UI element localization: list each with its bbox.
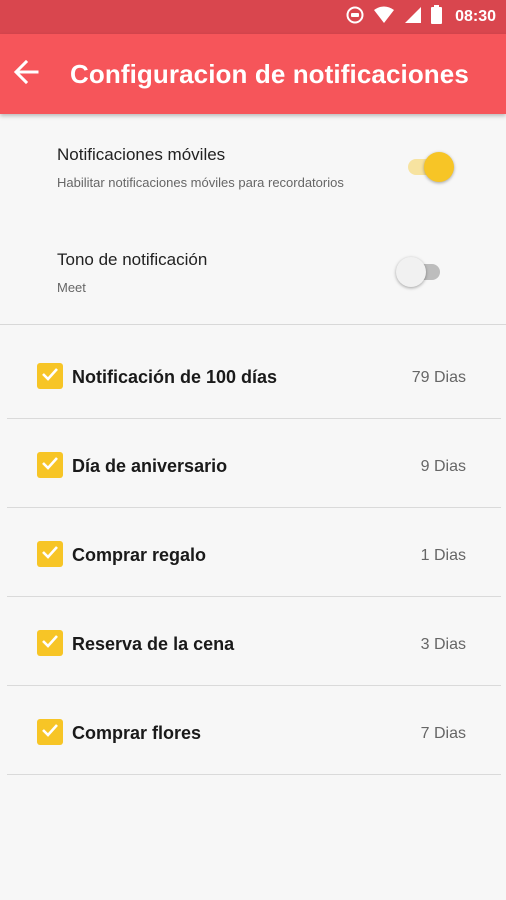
checkbox[interactable] xyxy=(37,363,63,389)
reminder-label: Comprar flores xyxy=(72,723,202,743)
notification-tone-toggle[interactable] xyxy=(396,254,440,288)
section-divider xyxy=(0,324,506,325)
setting-label: Tono de notificación xyxy=(57,250,208,269)
status-bar: 08:30 xyxy=(0,0,506,34)
reminder-label: Notificación de 100 días xyxy=(72,367,278,387)
check-icon xyxy=(41,545,59,564)
checkbox[interactable] xyxy=(37,452,63,478)
clock: 08:30 xyxy=(455,8,496,25)
reminder-days: 3 Dias xyxy=(420,636,466,653)
setting-subtitle: Meet xyxy=(57,280,86,295)
list-item[interactable]: Comprar regalo 1 Dias xyxy=(7,509,501,597)
check-icon xyxy=(41,723,59,742)
check-icon xyxy=(41,456,59,475)
list-item[interactable]: Comprar flores 7 Dias xyxy=(7,687,501,775)
reminder-days: 9 Dias xyxy=(420,458,466,475)
reminder-days: 79 Dias xyxy=(411,369,466,386)
list-item[interactable]: Notificación de 100 días 79 Dias xyxy=(7,331,501,419)
check-icon xyxy=(41,367,59,386)
back-button[interactable] xyxy=(0,34,62,114)
reminder-label: Reserva de la cena xyxy=(72,634,235,654)
reminder-days: 1 Dias xyxy=(420,547,466,564)
list-item[interactable]: Reserva de la cena 3 Dias xyxy=(7,598,501,686)
setting-mobile-notifications[interactable]: Notificaciones móviles Habilitar notific… xyxy=(0,114,506,218)
reminder-days: 7 Dias xyxy=(420,725,466,742)
reminder-label: Comprar regalo xyxy=(72,545,207,565)
signal-icon xyxy=(404,6,422,29)
checkbox[interactable] xyxy=(37,630,63,656)
arrow-back-icon xyxy=(13,59,39,90)
setting-label: Notificaciones móviles xyxy=(57,145,226,164)
checkbox[interactable] xyxy=(37,719,63,745)
setting-subtitle: Habilitar notificaciones móviles para re… xyxy=(57,175,344,190)
page-title: Configuracion de notificaciones xyxy=(70,58,469,89)
setting-notification-tone[interactable]: Tono de notificación Meet xyxy=(0,218,506,324)
list-item[interactable]: Día de aniversario 9 Dias xyxy=(7,420,501,508)
checkbox[interactable] xyxy=(37,541,63,567)
reminder-label: Día de aniversario xyxy=(72,456,228,476)
battery-icon xyxy=(431,5,443,29)
wifi-icon xyxy=(373,6,395,29)
app-bar: Configuracion de notificaciones xyxy=(0,34,506,114)
check-icon xyxy=(41,634,59,653)
cast-icon xyxy=(346,6,364,29)
mobile-notifications-toggle[interactable] xyxy=(404,149,454,183)
